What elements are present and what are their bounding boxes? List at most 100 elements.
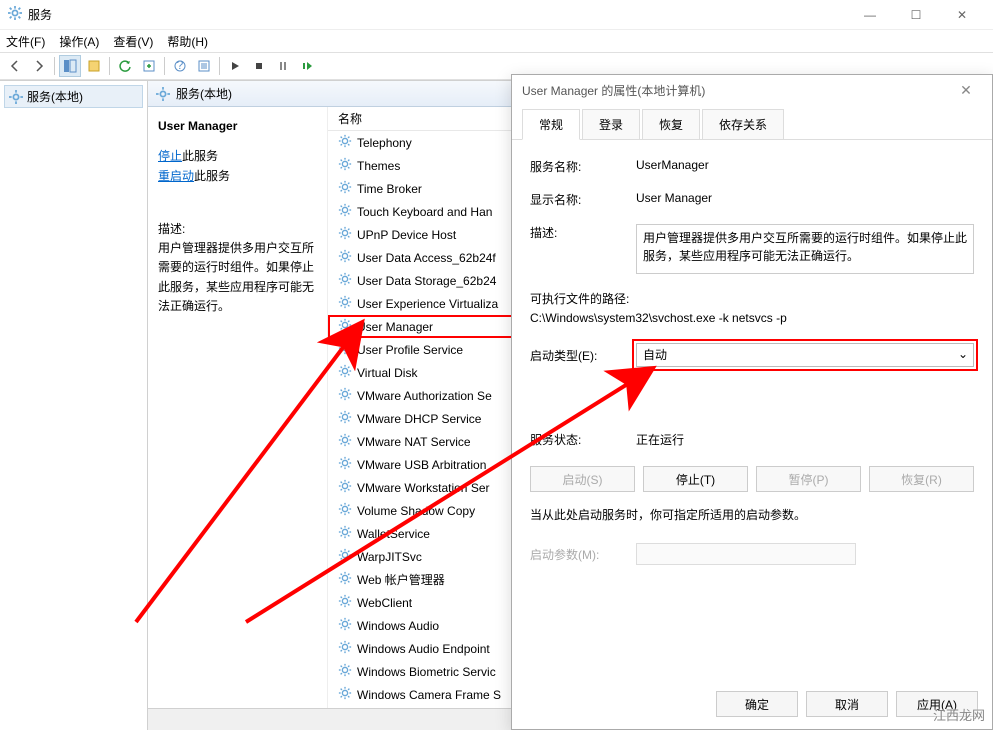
service-item-label: VMware DHCP Service <box>357 412 481 426</box>
lbl-description: 描述: <box>530 224 636 241</box>
play-icon[interactable] <box>224 55 246 77</box>
gear-icon <box>338 203 352 220</box>
gear-icon <box>338 663 352 680</box>
tab-recovery[interactable]: 恢复 <box>642 109 700 139</box>
gear-icon <box>338 456 352 473</box>
lbl-exe-path: 可执行文件的路径: <box>530 290 974 307</box>
gear-icon <box>338 295 352 312</box>
restart-icon[interactable] <box>296 55 318 77</box>
maximize-button[interactable]: ☐ <box>893 0 939 30</box>
desc-label: 描述: <box>158 220 317 239</box>
detail-panel: User Manager 停止此服务 重启动此服务 描述: 用户管理器提供多用户… <box>148 107 328 708</box>
menu-view[interactable]: 查看(V) <box>113 33 153 50</box>
service-item-label: User Experience Virtualiza <box>357 297 498 311</box>
lbl-service-name: 服务名称: <box>530 158 636 175</box>
svg-text:?: ? <box>177 59 184 72</box>
cancel-button[interactable]: 取消 <box>806 691 888 717</box>
ok-button[interactable]: 确定 <box>716 691 798 717</box>
gear-icon <box>338 249 352 266</box>
val-display-name: User Manager <box>636 191 974 205</box>
service-item-label: UPnP Device Host <box>357 228 456 242</box>
service-item-label: User Manager <box>357 320 433 334</box>
gear-icon <box>338 548 352 565</box>
service-item-label: Web 帐户管理器 <box>357 571 445 588</box>
service-item-label: Touch Keyboard and Han <box>357 205 492 219</box>
window-title: 服务 <box>28 6 52 23</box>
start-button: 启动(S) <box>530 466 635 492</box>
gear-icon <box>338 387 352 404</box>
menu-file[interactable]: 文件(F) <box>6 33 45 50</box>
menu-action[interactable]: 操作(A) <box>59 33 99 50</box>
dialog-close-button[interactable]: ✕ <box>950 82 982 99</box>
gear-icon <box>338 640 352 657</box>
stop-icon[interactable] <box>248 55 270 77</box>
tab-logon[interactable]: 登录 <box>582 109 640 139</box>
start-params-input <box>636 543 856 565</box>
view-detail-icon[interactable] <box>59 55 81 77</box>
gear-icon <box>338 364 352 381</box>
service-item-label: Volume Shadow Copy <box>357 504 475 518</box>
service-item-label: WarpJITSvc <box>357 550 422 564</box>
gear-icon <box>338 686 352 703</box>
selected-service-name: User Manager <box>158 119 317 133</box>
resume-button: 恢复(R) <box>869 466 974 492</box>
val-description[interactable]: 用户管理器提供多用户交互所需要的运行时组件。如果停止此服务，某些应用程序可能无法… <box>636 224 974 274</box>
view-list-icon[interactable] <box>83 55 105 77</box>
lbl-display-name: 显示名称: <box>530 191 636 208</box>
service-item-label: WebClient <box>357 596 412 610</box>
gear-icon <box>338 433 352 450</box>
properties-icon[interactable] <box>193 55 215 77</box>
gear-icon <box>338 157 352 174</box>
val-exe-path: C:\Windows\system32\svchost.exe -k netsv… <box>530 311 787 325</box>
stop-link[interactable]: 停止 <box>158 149 182 163</box>
menu-bar: 文件(F) 操作(A) 查看(V) 帮助(H) <box>0 30 993 52</box>
service-item-label: User Profile Service <box>357 343 463 357</box>
service-item-label: VMware NAT Service <box>357 435 471 449</box>
window-titlebar: 服务 — ☐ ✕ <box>0 0 993 30</box>
tab-general[interactable]: 常规 <box>522 109 580 140</box>
service-item-label: Windows Audio <box>357 619 439 633</box>
properties-dialog: User Manager 的属性(本地计算机) ✕ 常规 登录 恢复 依存关系 … <box>511 74 993 730</box>
export-icon[interactable] <box>138 55 160 77</box>
lbl-start-params: 启动参数(M): <box>530 546 636 563</box>
back-button[interactable] <box>4 55 26 77</box>
tree-panel: 服务(本地) <box>0 81 148 730</box>
gear-icon <box>338 272 352 289</box>
service-item-label: VMware USB Arbitration <box>357 458 486 472</box>
help-icon[interactable]: ? <box>169 55 191 77</box>
startup-hint: 当从此处启动服务时，你可指定所适用的启动参数。 <box>530 506 974 523</box>
forward-button[interactable] <box>28 55 50 77</box>
list-header-label: 服务(本地) <box>176 85 232 102</box>
tree-node-label: 服务(本地) <box>27 88 83 105</box>
lbl-startup-type: 启动类型(E): <box>530 347 636 364</box>
stop-button[interactable]: 停止(T) <box>643 466 748 492</box>
close-button[interactable]: ✕ <box>939 0 985 30</box>
watermark: 江西龙网 <box>933 705 985 724</box>
gear-icon <box>338 571 352 588</box>
gear-icon <box>338 502 352 519</box>
refresh-icon[interactable] <box>114 55 136 77</box>
service-item-label: User Data Access_62b24f <box>357 251 496 265</box>
service-item-label: Telephony <box>357 136 412 150</box>
gear-icon <box>338 134 352 151</box>
service-item-label: Themes <box>357 159 400 173</box>
gear-icon <box>338 617 352 634</box>
val-service-name: UserManager <box>636 158 974 172</box>
gear-icon <box>338 525 352 542</box>
tree-node-services-local[interactable]: 服务(本地) <box>4 85 143 108</box>
service-item-label: User Data Storage_62b24 <box>357 274 496 288</box>
gear-icon <box>338 226 352 243</box>
pause-icon[interactable] <box>272 55 294 77</box>
pause-button: 暂停(P) <box>756 466 861 492</box>
startup-type-select[interactable]: 自动 <box>636 343 974 367</box>
service-item-label: VMware Authorization Se <box>357 389 492 403</box>
tab-dependencies[interactable]: 依存关系 <box>702 109 784 139</box>
restart-link[interactable]: 重启动 <box>158 169 194 183</box>
app-icon <box>8 6 22 23</box>
lbl-status: 服务状态: <box>530 431 636 448</box>
desc-text: 用户管理器提供多用户交互所需要的运行时组件。如果停止此服务，某些应用程序可能无法… <box>158 239 317 316</box>
service-item-label: Windows Camera Frame S <box>357 688 501 702</box>
service-item-label: Virtual Disk <box>357 366 417 380</box>
minimize-button[interactable]: — <box>847 0 893 30</box>
menu-help[interactable]: 帮助(H) <box>167 33 208 50</box>
